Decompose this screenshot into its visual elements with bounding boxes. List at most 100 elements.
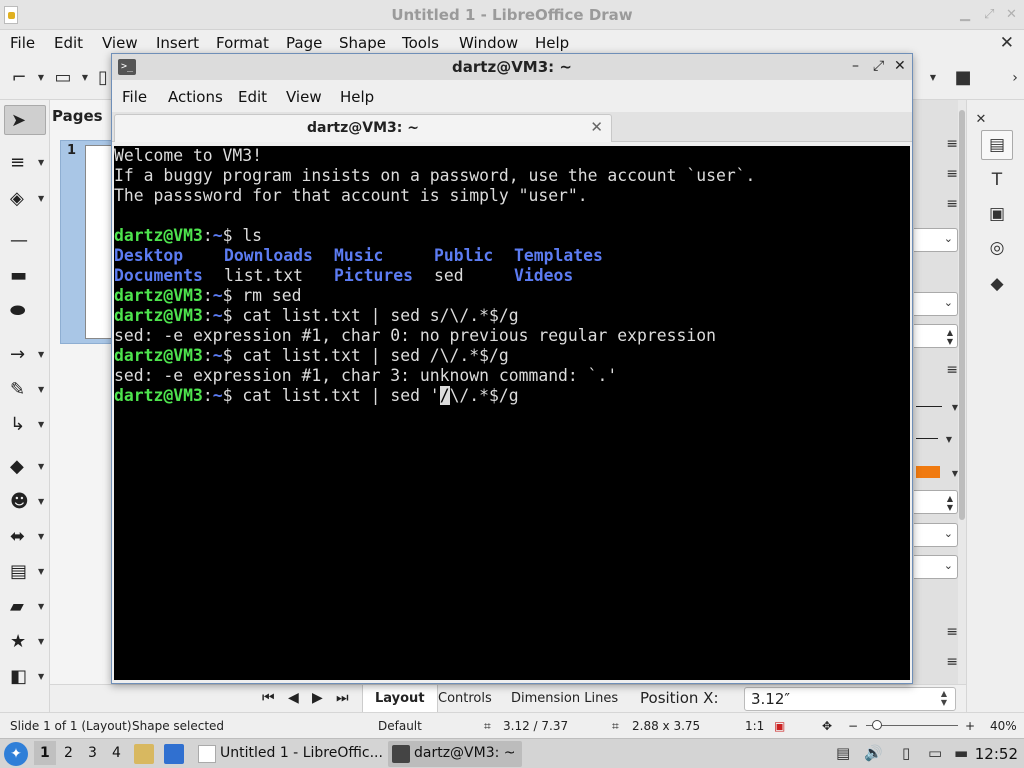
- workspace-3[interactable]: 3: [88, 745, 97, 761]
- zoom-level[interactable]: 40%: [990, 719, 1017, 733]
- menu-icon[interactable]: ≡: [946, 166, 958, 182]
- menu-icon[interactable]: ≡: [946, 136, 958, 152]
- workspace-1[interactable]: 1: [34, 741, 56, 765]
- zoom-slider-handle[interactable]: [872, 720, 882, 730]
- current-command-line[interactable]: dartz@VM3:~$ cat list.txt | sed '/\/.*$/…: [114, 386, 519, 406]
- sidebar-dropdown[interactable]: ⌄: [914, 228, 958, 252]
- curve-tool[interactable]: ✎ ▼: [4, 375, 46, 405]
- tab-controls[interactable]: Controls: [438, 691, 492, 706]
- display-icon[interactable]: ▭: [928, 744, 942, 762]
- line-color-tool[interactable]: ≡ ▼: [4, 148, 46, 178]
- show-desktop-icon[interactable]: [164, 744, 184, 764]
- select-tool[interactable]: ➤: [4, 105, 46, 135]
- scrollbar-thumb[interactable]: [959, 110, 965, 520]
- symbol-shapes-tool[interactable]: ☻ ▼: [4, 487, 46, 517]
- zoom-slider[interactable]: [866, 720, 958, 730]
- terminal-tab[interactable]: dartz@VM3: ~ ✕: [114, 114, 612, 142]
- ellipse-tool[interactable]: ⬬: [4, 296, 46, 326]
- chevron-down-icon[interactable]: ▼: [30, 68, 52, 88]
- close-icon[interactable]: ✕: [894, 58, 906, 74]
- last-layer-icon[interactable]: ⏭: [336, 690, 349, 706]
- flowchart-tool[interactable]: ▤ ▼: [4, 557, 46, 587]
- 3d-objects-tool[interactable]: ◧ ▼: [4, 662, 46, 692]
- more-options-icon[interactable]: ›: [1004, 68, 1024, 88]
- terminal-titlebar[interactable]: >_ dartz@VM3: ~ – ⤢ ✕: [112, 54, 912, 80]
- page-thumbnail[interactable]: 1: [60, 140, 115, 344]
- chevron-down-icon[interactable]: ▼: [922, 68, 944, 88]
- spin-icon[interactable]: ▲ ▼: [941, 689, 947, 707]
- terminal-menu-view[interactable]: View: [286, 88, 322, 106]
- menu-window[interactable]: Window: [459, 34, 518, 52]
- shapes-icon[interactable]: ◆: [985, 272, 1009, 296]
- terminal-menu-edit[interactable]: Edit: [238, 88, 267, 106]
- fit-page-icon[interactable]: ✥: [822, 719, 832, 733]
- close-tab-icon[interactable]: ✕: [590, 118, 603, 136]
- start-menu-icon[interactable]: ✦: [4, 742, 28, 766]
- previous-layer-icon[interactable]: ◀: [288, 690, 299, 706]
- terminal-menu-help[interactable]: Help: [340, 88, 374, 106]
- close-document-icon[interactable]: ✕: [1000, 33, 1014, 53]
- properties-icon[interactable]: ▤: [981, 130, 1013, 160]
- menu-icon[interactable]: ≡: [946, 362, 958, 378]
- sidebar-spinbox[interactable]: ▲ ▼: [914, 324, 958, 348]
- tab-dimension-lines[interactable]: Dimension Lines: [511, 691, 618, 706]
- menu-tools[interactable]: Tools: [402, 34, 439, 52]
- arrow-tool[interactable]: → ▼: [4, 340, 46, 370]
- fill-color-tool[interactable]: ◈ ▼: [4, 184, 46, 214]
- menu-insert[interactable]: Insert: [156, 34, 199, 52]
- block-arrows-tool[interactable]: ⬌ ▼: [4, 522, 46, 552]
- sidebar-dropdown[interactable]: ⌄: [914, 555, 958, 579]
- menu-icon[interactable]: ≡: [946, 624, 958, 640]
- menu-view[interactable]: View: [102, 34, 138, 52]
- open-folder-icon[interactable]: ▭: [52, 68, 74, 88]
- styles-icon[interactable]: T: [985, 168, 1009, 192]
- terminal-menu-file[interactable]: File: [122, 88, 147, 106]
- file-manager-icon[interactable]: [134, 744, 154, 764]
- document-modified-icon[interactable]: ▣: [774, 719, 785, 733]
- workspace-4[interactable]: 4: [112, 745, 121, 761]
- tab-layout[interactable]: Layout: [362, 685, 438, 713]
- rectangle-tool[interactable]: ▬: [4, 261, 46, 291]
- menu-file[interactable]: File: [10, 34, 35, 52]
- close-sidebar-icon[interactable]: ✕: [969, 108, 993, 132]
- terminal-menu-actions[interactable]: Actions: [168, 88, 223, 106]
- sidebar-spinbox[interactable]: ▲ ▼: [914, 490, 958, 514]
- clipboard-icon[interactable]: ▯: [902, 744, 910, 762]
- stars-tool[interactable]: ★ ▼: [4, 627, 46, 657]
- notes-icon[interactable]: ▤: [836, 744, 850, 762]
- menu-icon[interactable]: ≡: [946, 196, 958, 212]
- zoom-in-icon[interactable]: +: [965, 719, 975, 733]
- position-x-field[interactable]: 3.12″ ▲ ▼: [744, 687, 956, 711]
- menu-help[interactable]: Help: [535, 34, 569, 52]
- first-layer-icon[interactable]: ⏮: [262, 690, 275, 706]
- maximize-icon[interactable]: ⤢: [873, 58, 884, 74]
- menu-page[interactable]: Page: [286, 34, 322, 52]
- connector-tool[interactable]: ↳ ▼: [4, 410, 46, 440]
- callouts-tool[interactable]: ▰ ▼: [4, 592, 46, 622]
- gallery-icon[interactable]: ▣: [985, 202, 1009, 226]
- next-layer-icon[interactable]: ▶: [312, 690, 323, 706]
- zoom-out-icon[interactable]: −: [848, 719, 858, 733]
- menu-shape[interactable]: Shape: [339, 34, 386, 52]
- network-icon[interactable]: ▬: [954, 744, 968, 762]
- task-libreoffice[interactable]: Untitled 1 - LibreOffic...: [194, 741, 389, 767]
- minimize-icon[interactable]: –: [852, 58, 859, 74]
- volume-icon[interactable]: 🔊: [864, 744, 883, 762]
- menu-edit[interactable]: Edit: [54, 34, 83, 52]
- sidebar-scrollbar[interactable]: [958, 100, 966, 684]
- minimize-icon[interactable]: ▁: [960, 7, 970, 22]
- select-mode-icon[interactable]: ⌐: [8, 68, 30, 88]
- sidebar-dropdown[interactable]: ⌄: [914, 292, 958, 316]
- shadow-icon[interactable]: ■: [952, 68, 974, 88]
- close-icon[interactable]: ✕: [1006, 7, 1017, 22]
- line-tool[interactable]: —: [4, 226, 46, 256]
- workspace-2[interactable]: 2: [64, 745, 73, 761]
- sidebar-dropdown[interactable]: ⌄: [914, 523, 958, 547]
- basic-shapes-tool[interactable]: ◆ ▼: [4, 452, 46, 482]
- menu-format[interactable]: Format: [216, 34, 269, 52]
- navigator-icon[interactable]: ◎: [985, 236, 1009, 260]
- task-terminal[interactable]: dartz@VM3: ~: [388, 741, 522, 767]
- terminal-output[interactable]: Welcome to VM3! If a buggy program insis…: [114, 146, 910, 680]
- menu-icon[interactable]: ≡: [946, 654, 958, 670]
- maximize-icon[interactable]: ⤢: [984, 7, 994, 22]
